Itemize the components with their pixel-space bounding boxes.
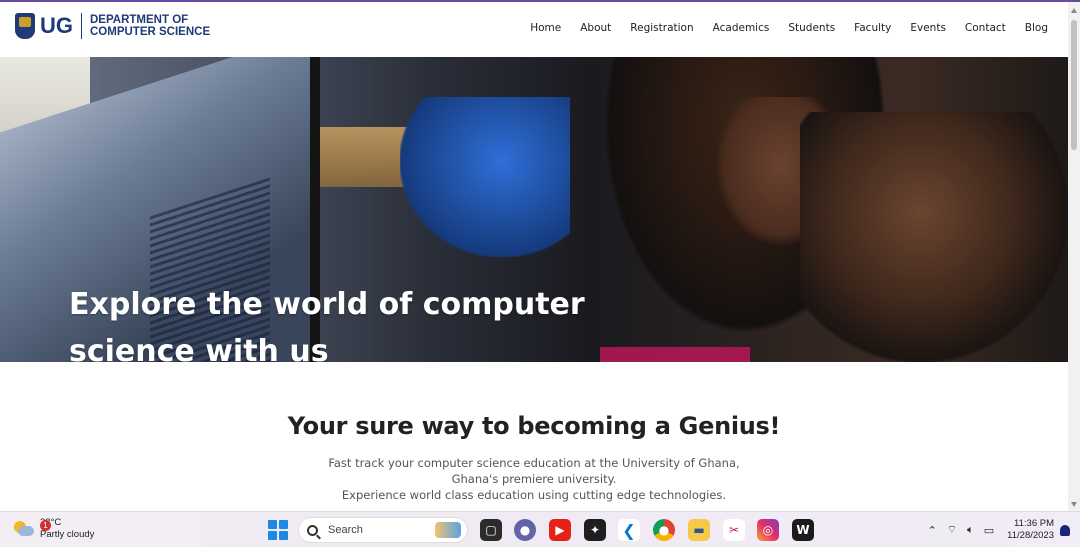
windows-taskbar: 1 28°C Partly cloudy Search ▢ ● ▶ ✦ ❮ ● … [0, 511, 1080, 547]
scroll-thumb[interactable] [1071, 20, 1077, 150]
hero-title: Explore the world of computer science wi… [69, 287, 585, 362]
clock-time: 11:36 PM [1014, 518, 1054, 529]
chrome-icon[interactable]: ● [653, 519, 675, 541]
instagram-icon[interactable]: ◎ [757, 519, 779, 541]
taskview-icon[interactable]: ▢ [480, 519, 502, 541]
intro-line-1: Fast track your computer science educati… [328, 456, 740, 470]
hero-banner: Explore the world of computer science wi… [0, 57, 1068, 362]
figma-icon[interactable]: ✦ [584, 519, 606, 541]
logo-divider [81, 13, 82, 39]
page-scrollbar[interactable] [1068, 2, 1080, 511]
file-explorer-icon[interactable]: ▬ [688, 519, 710, 541]
notification-bell-icon[interactable] [1060, 524, 1070, 536]
taskbar-search[interactable]: Search [298, 517, 468, 543]
nav-contact[interactable]: Contact [965, 22, 1006, 34]
search-label: Search [328, 524, 363, 536]
wifi-icon[interactable]: ⌔ [947, 523, 957, 537]
start-icon[interactable] [268, 520, 288, 540]
battery-icon[interactable]: ▭ [984, 524, 994, 537]
weather-description: Partly cloudy [40, 529, 95, 540]
department-line-2: COMPUTER SCIENCE [90, 26, 211, 38]
teams-icon[interactable]: ● [514, 519, 536, 541]
department-line-1: DEPARTMENT OF [90, 14, 189, 26]
scroll-down-icon[interactable] [1071, 502, 1077, 507]
main-nav: Home About Registration Academics Studen… [530, 22, 1048, 34]
nav-events[interactable]: Events [910, 22, 946, 34]
scroll-up-icon[interactable] [1071, 8, 1077, 13]
hero-photo-chair [400, 97, 570, 257]
hero-photo-person-2 [800, 112, 1068, 362]
ug-crest-icon [15, 13, 35, 39]
partly-cloudy-icon [14, 521, 34, 537]
nav-academics[interactable]: Academics [713, 22, 770, 34]
search-highlight-icon [435, 522, 461, 538]
webflow-icon[interactable]: W [792, 519, 814, 541]
nav-students[interactable]: Students [788, 22, 835, 34]
intro-line-2: Ghana's premiere university. [451, 472, 617, 486]
site-logo[interactable]: UG DEPARTMENT OF COMPUTER SCIENCE [15, 13, 210, 39]
vscode-icon[interactable]: ❮ [618, 519, 640, 541]
nav-home[interactable]: Home [530, 22, 561, 34]
system-tray: ⌃ ⌔ 🔈︎ ▭ 11:36 PM 11/28/2023 [923, 518, 1070, 542]
logo-text: UG [40, 13, 73, 38]
taskbar-clock[interactable]: 11:36 PM 11/28/2023 [1007, 518, 1054, 542]
intro-tagline: Your sure way to becoming a Genius! [287, 412, 781, 440]
nav-blog[interactable]: Blog [1025, 22, 1048, 34]
department-name: DEPARTMENT OF COMPUTER SCIENCE [90, 14, 210, 38]
search-icon [307, 524, 318, 536]
site-header: UG DEPARTMENT OF COMPUTER SCIENCE Home A… [0, 2, 1068, 57]
nav-faculty[interactable]: Faculty [854, 22, 891, 34]
weather-badge: 1 [40, 520, 51, 531]
intro-description: Fast track your computer science educati… [0, 455, 1068, 503]
weather-widget[interactable]: 1 28°C Partly cloudy [14, 517, 94, 541]
nav-registration[interactable]: Registration [630, 22, 693, 34]
volume-icon[interactable]: 🔈︎ [967, 523, 974, 537]
clock-date: 11/28/2023 [1007, 530, 1054, 541]
nav-about[interactable]: About [580, 22, 611, 34]
intro-section: Your sure way to becoming a Genius! Fast… [0, 362, 1068, 511]
chevron-up-icon[interactable]: ⌃ [928, 524, 937, 537]
intro-line-3: Experience world class education using c… [341, 488, 727, 502]
snipping-tool-icon[interactable]: ✂ [723, 519, 745, 541]
youtube-icon[interactable]: ▶ [549, 519, 571, 541]
